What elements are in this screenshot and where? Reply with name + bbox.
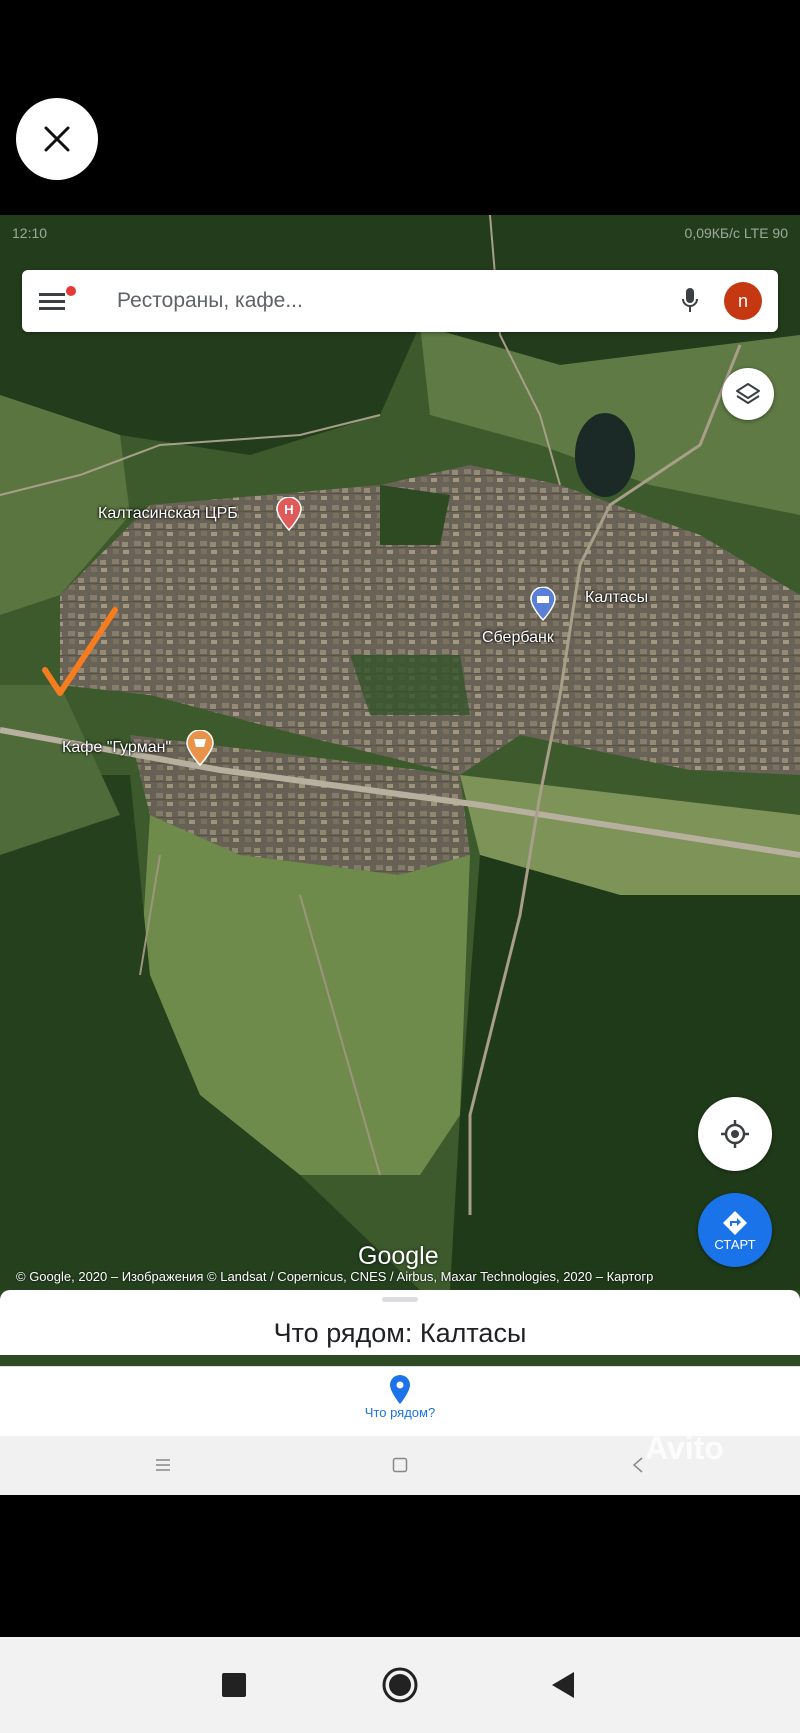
microphone-icon (682, 288, 698, 312)
bank-icon (530, 586, 556, 622)
map-label-bank: Сбербанк (482, 629, 554, 646)
avito-watermark: Avito (645, 1430, 724, 1466)
layers-button[interactable] (722, 368, 774, 420)
square-icon (222, 1673, 246, 1697)
tab-explore-label: Что рядом? (364, 1405, 436, 1420)
layers-icon (736, 383, 760, 404)
location-pin-icon (390, 1375, 410, 1404)
start-navigation-button[interactable]: СТАРТ (698, 1193, 772, 1267)
map-label-cafe: Кафе "Гурман" (62, 739, 172, 756)
bank-pin[interactable] (530, 586, 556, 626)
back-triangle-icon (552, 1672, 574, 1698)
search-bar[interactable]: Рестораны, кафе... n (22, 270, 778, 332)
sheet-drag-handle[interactable] (382, 1297, 418, 1302)
hamburger-icon (39, 293, 65, 310)
status-right: 0,09КБ/с LTE 90 (684, 225, 788, 241)
start-label: СТАРТ (714, 1236, 756, 1252)
device-navigation-bar (0, 1637, 800, 1733)
cafe-pin[interactable] (186, 729, 214, 771)
sheet-title: Что рядом: Калтасы (273, 1318, 527, 1348)
map-label-hospital: Калтасинская ЦРБ (98, 505, 238, 522)
bottom-sheet[interactable]: Что рядом: Калтасы (0, 1290, 800, 1355)
recent-apps-button[interactable] (222, 1673, 246, 1702)
my-location-button[interactable] (698, 1097, 772, 1171)
close-button[interactable] (16, 98, 98, 180)
tab-explore[interactable]: Что рядом? (340, 1375, 460, 1431)
screenshot-frame: H Калтасинская ЦРБ Калтасы Сбербанк Кафе… (0, 215, 800, 1495)
voice-search-button[interactable] (666, 270, 714, 332)
home-button[interactable] (381, 1666, 419, 1709)
avatar[interactable]: n (724, 282, 762, 320)
hospital-pin[interactable]: H (276, 496, 302, 536)
cafe-icon (186, 729, 214, 767)
directions-icon (723, 1210, 747, 1235)
map-copyright: © Google, 2020 – Изображения © Landsat /… (16, 1269, 654, 1284)
explore-bar: Что рядом? (0, 1366, 800, 1437)
location-crosshair-icon (721, 1120, 749, 1148)
notification-dot (66, 286, 76, 296)
inner-home-icon (392, 1457, 408, 1473)
svg-text:H: H (284, 502, 293, 517)
map-label-town: Калтасы (585, 589, 649, 606)
hospital-icon: H (276, 496, 302, 532)
inner-menu-icon (156, 1459, 170, 1471)
home-circle-icon (382, 1667, 418, 1703)
status-time: 12:10 (12, 225, 48, 241)
search-input[interactable]: Рестораны, кафе... (82, 289, 666, 313)
back-button[interactable] (550, 1671, 576, 1704)
google-logo: Google (358, 1242, 439, 1270)
menu-button[interactable] (22, 270, 82, 332)
close-icon (44, 126, 70, 152)
inner-back-icon (632, 1457, 643, 1473)
status-bar: 12:10 0,09КБ/с LTE 90 (0, 215, 800, 251)
